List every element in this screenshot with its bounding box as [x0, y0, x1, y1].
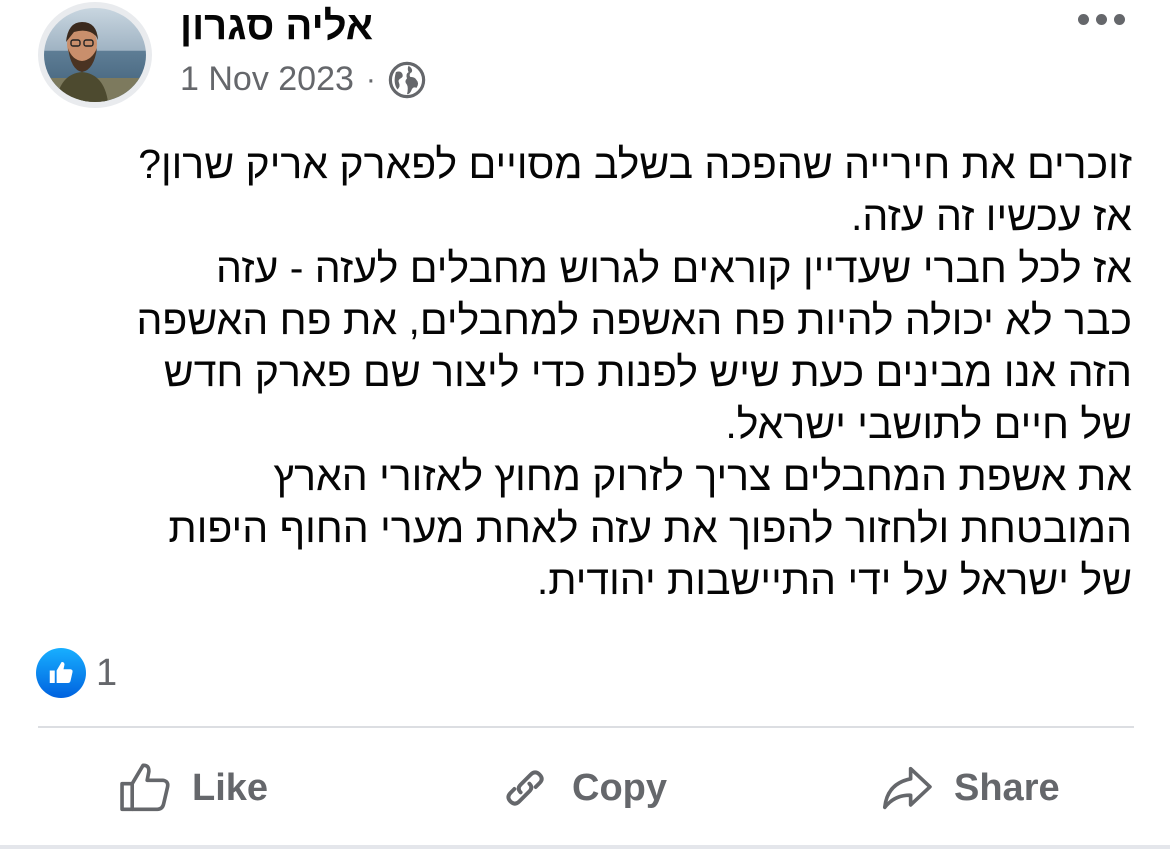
post-text-line: אז לכל חברי שעדיין קוראים לגרוש מחבלים ל… [216, 245, 1132, 291]
post-meta: 1 Nov 2023 · [180, 60, 426, 99]
copy-button[interactable]: Copy [496, 756, 667, 820]
post-text-line: את אשפת המחבלים צריך לזרוק מחוץ לאזורי ה… [273, 453, 1132, 499]
post-text-line: הזה אנו מבינים כעת שיש לפנות כדי ליצור ש… [163, 349, 1132, 395]
post-text-line: זוכרים את חירייה שהפכה בשלב מסויים לפארק… [138, 141, 1132, 187]
meta-separator: · [365, 62, 376, 96]
author-name[interactable]: אליה סגרון [180, 4, 373, 49]
post-text-line: המובטחת ולחזור להפוך את עזה לאחת מערי הח… [168, 505, 1132, 551]
post-text-line: של חיים לתושבי ישראל. [725, 401, 1132, 447]
post-text-line: של ישראל על ידי התיישבות יהודית. [536, 557, 1132, 603]
share-button[interactable]: Share [878, 756, 1060, 820]
more-dot [1096, 14, 1107, 25]
post-date[interactable]: 1 Nov 2023 [180, 60, 354, 99]
more-options-button[interactable] [1078, 14, 1125, 25]
copy-label: Copy [572, 766, 667, 809]
thumbs-up-outline-icon [120, 763, 170, 812]
post-text: זוכרים את חירייה שהפכה בשלב מסויים לפארק… [40, 138, 1132, 606]
share-label: Share [954, 766, 1060, 809]
like-label: Like [192, 766, 269, 809]
more-horizontal-icon [1078, 14, 1089, 25]
link-icon [506, 770, 544, 806]
bottom-divider [0, 845, 1170, 849]
reactions-summary[interactable]: 1 [36, 648, 117, 698]
share-arrow-icon [882, 766, 932, 810]
avatar[interactable] [38, 2, 152, 108]
globe-icon[interactable] [388, 61, 426, 99]
divider [38, 726, 1134, 728]
more-dot [1114, 14, 1125, 25]
facebook-post: אליה סגרון 1 Nov 2023 · זוכרים את חירייה… [0, 0, 1170, 849]
avatar-photo [44, 8, 146, 102]
post-text-line: אז עכשיו זה עזה. [850, 193, 1132, 239]
reaction-count: 1 [96, 651, 118, 694]
post-text-line: כבר לא יכולה להיות פח האשפה למחבלים, את … [136, 297, 1132, 343]
like-reaction-icon [36, 648, 86, 698]
thumbs-up-icon [49, 661, 73, 683]
like-button[interactable]: Like [116, 756, 268, 820]
